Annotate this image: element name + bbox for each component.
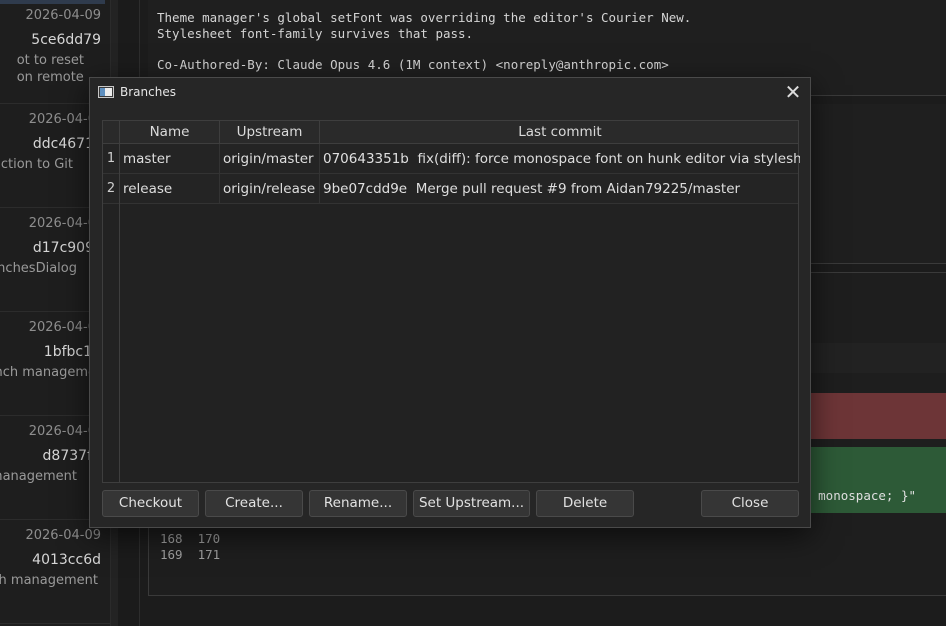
delete-button[interactable]: Delete [536,490,634,517]
rename-button[interactable]: Rename... [309,490,407,517]
table-corner [103,121,120,143]
commit-hash: 5ce6dd79 [31,32,101,48]
create-button[interactable]: Create... [205,490,303,517]
commit-message: management [0,469,77,484]
commit-date: 2026-04-0 [28,216,96,231]
commit-item[interactable]: 2026-04-09 4013cc6d ch management [0,520,110,624]
dialog-titlebar[interactable]: Branches ✕ [90,78,810,107]
column-header-upstream[interactable]: Upstream [220,121,320,143]
close-icon[interactable]: ✕ [782,82,804,104]
branch-name: master [120,144,220,174]
row-number: 2 [103,174,120,204]
checkout-button[interactable]: Checkout [102,490,199,517]
table-row[interactable]: 2 release origin/release 9be07cdd9e Merg… [103,174,798,204]
column-header-name[interactable]: Name [120,121,220,143]
branch-last-commit: 070643351b fix(diff): force monospace fo… [320,144,800,174]
branches-dialog: Branches ✕ Name Upstream Last commit 1 m… [89,77,811,528]
commit-hash: ddc4671 [32,136,94,152]
branch-upstream: origin/release [220,174,320,204]
commit-subject: Merge pull request #9 from Aidan79225/ma… [415,181,741,197]
commit-date: 2026-04-09 [25,528,101,543]
branch-upstream: origin/master [220,144,320,174]
commit-hash: 9be07cdd9e [323,181,408,197]
branch-name: release [120,174,220,204]
commit-hash: 4013cc6d [32,552,101,568]
set-upstream-button[interactable]: Set Upstream... [413,490,530,517]
commit-message-text: Theme manager's global setFont was overr… [157,10,692,72]
diff-added-text: , monospace; }" [803,487,916,503]
commit-message: ch management [0,573,98,588]
row-number: 1 [103,144,120,174]
commit-message: nch manageme [0,365,96,380]
close-button[interactable]: Close [701,490,799,517]
commit-date: 2026-04-09 [25,8,101,23]
commit-message: anchesDialog [0,261,77,276]
table-row[interactable]: 1 master origin/master 070643351b fix(di… [103,144,800,174]
column-header-last-commit[interactable]: Last commit [320,121,800,143]
commit-hash: d8737f [42,448,92,464]
commit-date: 2026-04-0 [28,424,96,439]
commit-hash: 1bfbc1 [43,344,92,360]
branches-table[interactable]: Name Upstream Last commit 1 master origi… [102,120,800,483]
commit-date: 2026-04-0 [28,112,96,127]
commit-message: action to Git [0,157,73,172]
table-header: Name Upstream Last commit [103,121,798,144]
dialog-title: Branches [120,85,176,99]
branch-last-commit: 9be07cdd9e Merge pull request #9 from Ai… [320,174,800,204]
diff-line-numbers: 168 170 169 171 [160,531,221,562]
app-window-icon [98,86,114,98]
commit-subject: fix(diff): force monospace font on hunk … [417,151,800,167]
commit-date: 2026-04-0 [28,320,96,335]
commit-message: ot to reset on remote [16,53,84,85]
commit-hash: d17c909 [32,240,94,256]
commit-hash: 070643351b [323,151,409,167]
